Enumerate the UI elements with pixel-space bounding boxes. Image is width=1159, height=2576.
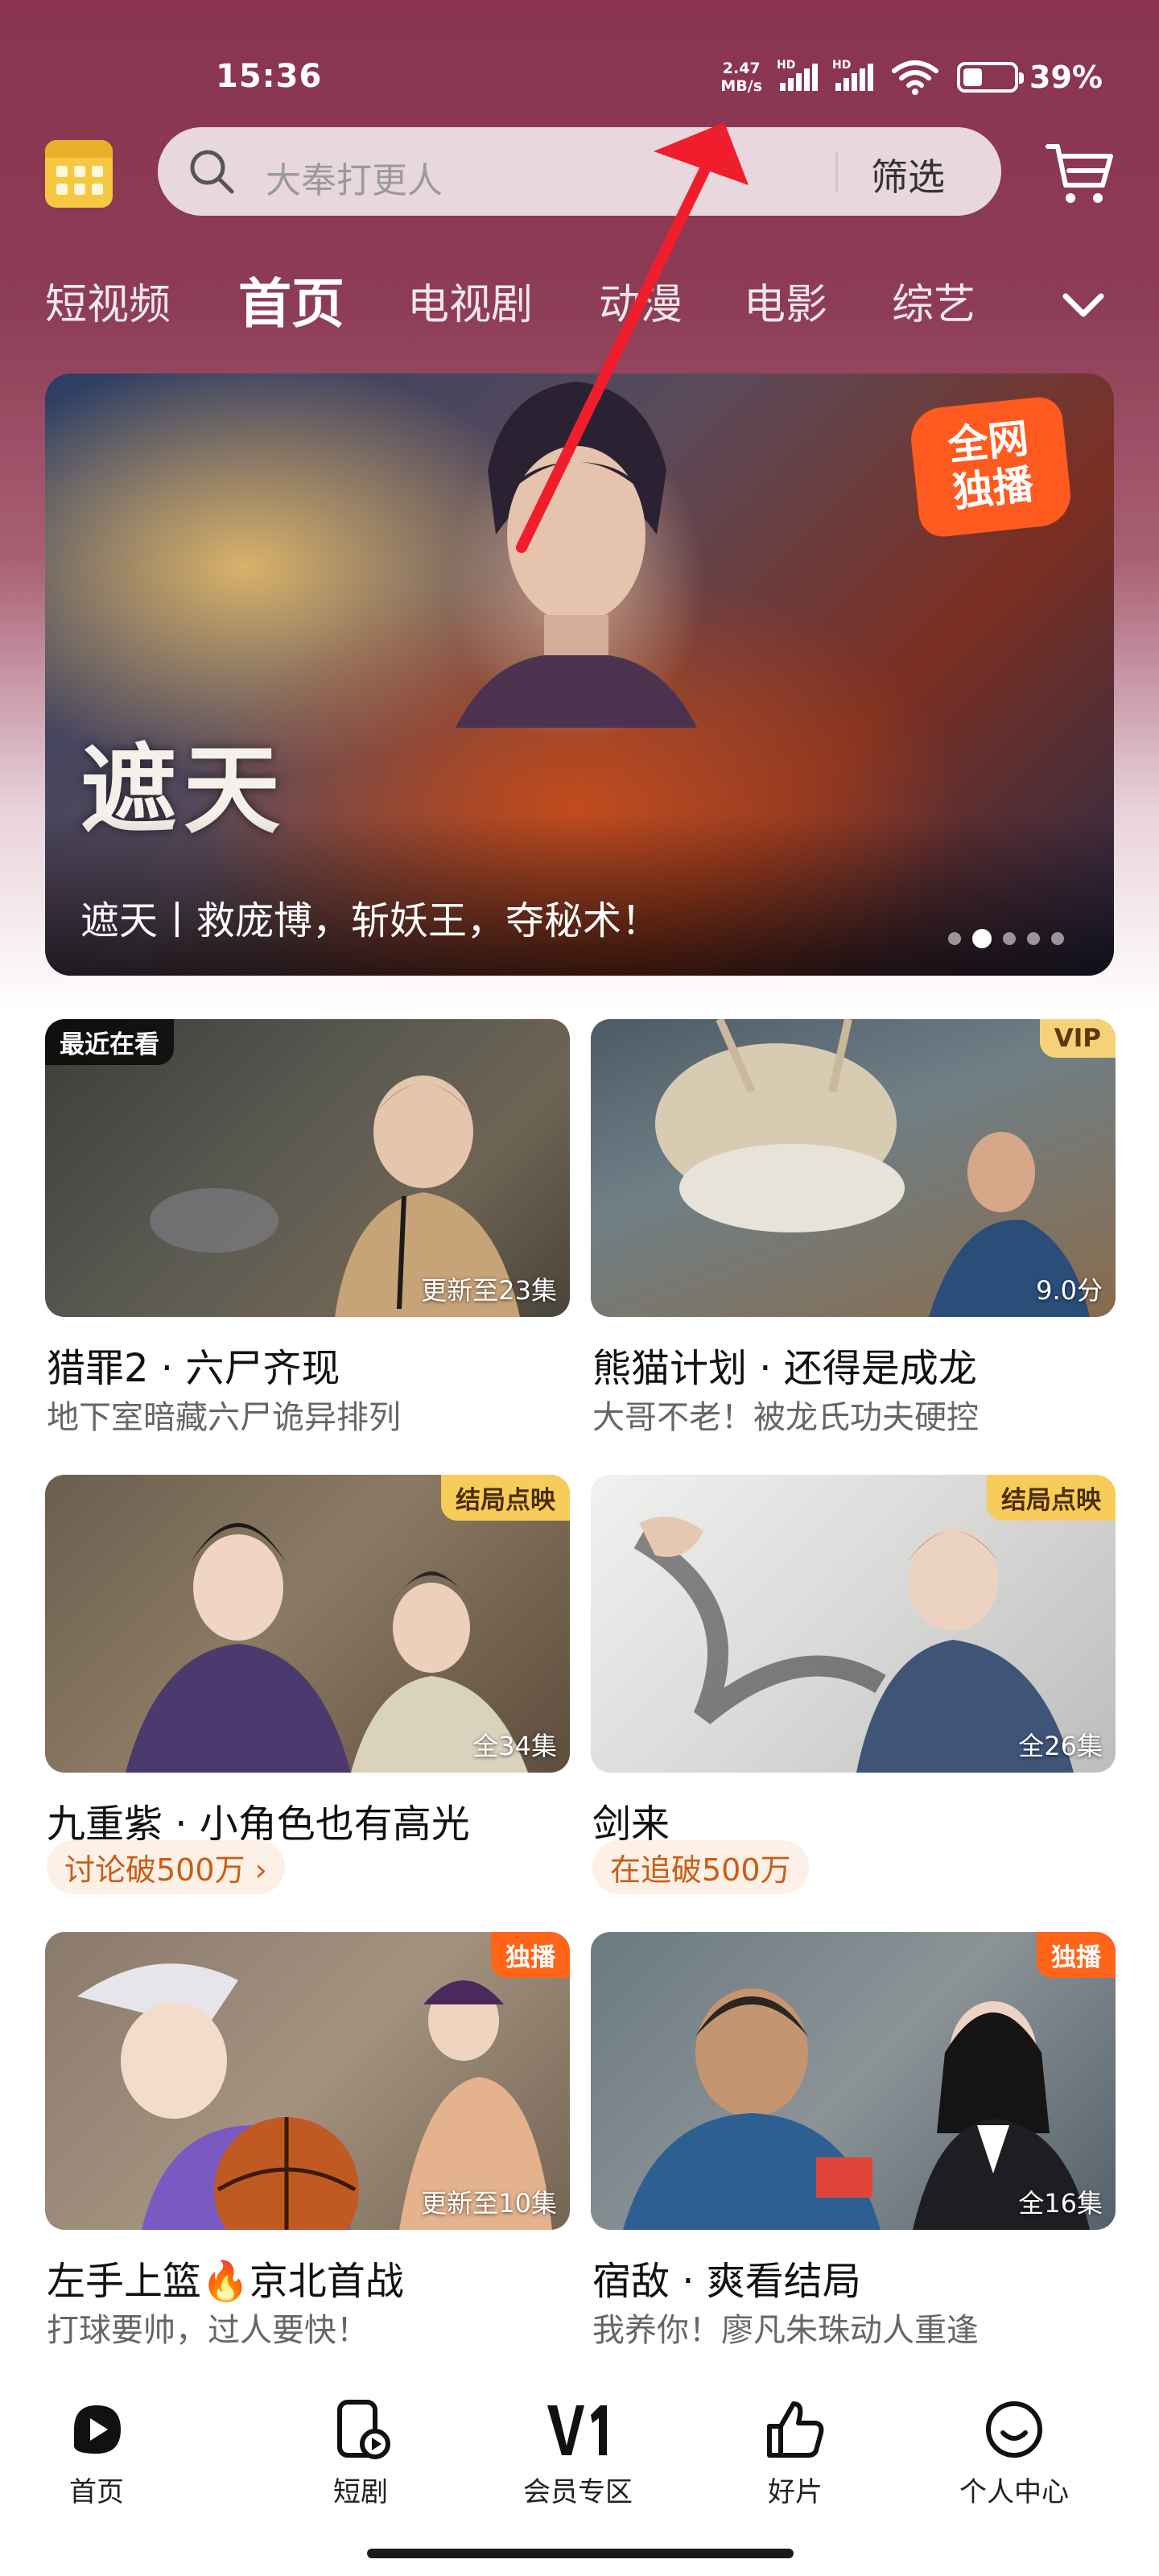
video-card[interactable]: 结局点映 全34集 九重紫 · 小角色也有高光 讨论破500万 › bbox=[45, 1475, 570, 1909]
episode-count: 更新至23集 bbox=[421, 1275, 557, 1306]
video-title[interactable]: 宿敌 · 爽看结局 bbox=[592, 2249, 861, 2306]
pagination-dot bbox=[972, 929, 992, 948]
pagination-dot bbox=[1003, 932, 1016, 945]
video-card[interactable]: 最近在看 更新至23集 猎罪2 · 六尸齐现 地下室暗藏六尸诡异排列 bbox=[45, 1019, 570, 1454]
battery-indicator: 39% bbox=[957, 60, 1103, 95]
chevron-down-icon[interactable] bbox=[1051, 274, 1116, 338]
status-icons: 2.47 MB/s HD HD 39% bbox=[720, 59, 1103, 95]
nav-label: 短剧 bbox=[333, 2476, 388, 2508]
nav-label: 会员专区 bbox=[523, 2476, 633, 2508]
pagination-dot bbox=[1027, 932, 1040, 945]
network-speed-value: 2.47 bbox=[722, 60, 761, 77]
video-thumbnail[interactable]: 结局点映 全26集 bbox=[591, 1475, 1116, 1773]
banner-caption: 遮天丨救庞博，斩妖王，夺秘术！ bbox=[80, 898, 661, 943]
video-thumbnail[interactable]: 独播 全16集 bbox=[591, 1932, 1116, 2230]
video-title[interactable]: 猎罪2 · 六尸齐现 bbox=[47, 1336, 340, 1393]
nav-label: 首页 bbox=[69, 2476, 124, 2508]
banner-character-image bbox=[456, 382, 697, 728]
nav-home[interactable]: 首页 bbox=[0, 2376, 193, 2521]
video-subtitle: 我养你！廖凡朱珠动人重逢 bbox=[592, 2312, 979, 2349]
network-speed: 2.47 MB/s bbox=[720, 60, 762, 95]
filter-button[interactable]: 筛选 bbox=[871, 148, 945, 201]
pagination-dot bbox=[1051, 932, 1064, 945]
video-thumbnail[interactable]: 最近在看 更新至23集 bbox=[45, 1019, 570, 1317]
nav-label: 个人中心 bbox=[959, 2476, 1069, 2508]
video-card[interactable]: 独播 全16集 宿敌 · 爽看结局 我养你！廖凡朱珠动人重逢 bbox=[591, 1932, 1116, 2367]
bottom-navigation: 首页 短剧 会员专区 好片 个人中心 bbox=[0, 2376, 1159, 2576]
episode-count: 全26集 bbox=[1018, 1731, 1103, 1761]
following-pill[interactable]: 在追破500万 bbox=[592, 1840, 809, 1894]
episode-count: 更新至10集 bbox=[421, 2188, 557, 2219]
signal-icon: HD bbox=[777, 59, 819, 91]
nav-label: 好片 bbox=[768, 2476, 823, 2508]
status-bar: 15:36 2.47 MB/s HD HD 39% bbox=[0, 0, 1159, 113]
discussion-pill[interactable]: 讨论破500万 › bbox=[47, 1840, 285, 1894]
hero-banner[interactable]: 全网 独播 遮天 遮天丨救庞博，斩妖王，夺秘术！ bbox=[45, 374, 1114, 976]
video-thumbnail[interactable]: 结局点映 全34集 bbox=[45, 1475, 570, 1773]
battery-icon bbox=[957, 62, 1025, 93]
episode-count: 全16集 bbox=[1018, 2188, 1103, 2219]
nav-vip-zone[interactable]: 会员专区 bbox=[481, 2376, 674, 2521]
tab-tv-series[interactable]: 电视剧 bbox=[407, 270, 533, 331]
status-badge: 最近在看 bbox=[45, 1019, 174, 1065]
video-subtitle: 地下室暗藏六尸诡异排列 bbox=[47, 1399, 401, 1436]
vip-v1-icon bbox=[547, 2405, 607, 2455]
video-title[interactable]: 左手上篮🔥京北首战 bbox=[47, 2249, 404, 2306]
tab-anime[interactable]: 动漫 bbox=[599, 270, 683, 331]
battery-percent: 39% bbox=[1029, 60, 1103, 95]
sim2-hd-label: HD bbox=[832, 59, 852, 72]
thumbs-up-icon bbox=[767, 2401, 824, 2458]
nav-good-picks[interactable]: 好片 bbox=[699, 2376, 892, 2521]
finale-badge: 结局点映 bbox=[441, 1475, 570, 1521]
video-card[interactable]: VIP 9.0分 熊猫计划 · 还得是成龙 大哥不老！被龙氏功夫硬控 bbox=[591, 1019, 1116, 1454]
tab-short-video[interactable]: 短视频 bbox=[45, 270, 171, 331]
wifi-icon bbox=[891, 60, 939, 95]
exclusive-badge: 全网 独播 bbox=[908, 394, 1074, 539]
sim1-hd-label: HD bbox=[777, 59, 796, 72]
search-bar[interactable]: 大奉打更人 筛选 bbox=[158, 127, 1001, 216]
status-time: 15:36 bbox=[216, 58, 323, 95]
search-icon bbox=[190, 150, 234, 194]
video-card[interactable]: 独播 更新至10集 左手上篮🔥京北首战 打球要帅，过人要快！ bbox=[45, 1932, 570, 2367]
search-divider bbox=[835, 151, 838, 192]
tab-variety[interactable]: 综艺 bbox=[892, 270, 975, 331]
video-title[interactable]: 熊猫计划 · 还得是成龙 bbox=[592, 1336, 977, 1393]
finale-badge: 结局点映 bbox=[987, 1475, 1116, 1521]
network-speed-unit: MB/s bbox=[720, 77, 763, 95]
calendar-icon[interactable] bbox=[45, 140, 113, 208]
profile-icon bbox=[986, 2401, 1042, 2458]
banner-pagination bbox=[948, 929, 1064, 948]
home-indicator[interactable] bbox=[367, 2549, 794, 2558]
tab-home[interactable]: 首页 bbox=[238, 261, 344, 338]
shopping-cart-icon[interactable] bbox=[1043, 138, 1116, 206]
tab-movies[interactable]: 电影 bbox=[744, 270, 827, 331]
video-card[interactable]: 结局点映 全26集 剑来 在追破500万 bbox=[591, 1475, 1116, 1909]
episode-count: 全34集 bbox=[472, 1731, 557, 1761]
vip-badge: VIP bbox=[1039, 1019, 1116, 1058]
video-subtitle: 大哥不老！被龙氏功夫硬控 bbox=[592, 1399, 979, 1436]
nav-profile[interactable]: 个人中心 bbox=[918, 2376, 1111, 2521]
category-tabs: 短视频 首页 电视剧 动漫 电影 综艺 bbox=[45, 258, 1116, 338]
signal-icon: HD bbox=[832, 59, 874, 91]
nav-short-drama[interactable]: 短剧 bbox=[264, 2376, 457, 2521]
home-play-icon bbox=[74, 2405, 121, 2454]
short-drama-icon bbox=[337, 2400, 390, 2459]
video-subtitle: 打球要帅，过人要快！ bbox=[47, 2312, 369, 2349]
video-thumbnail[interactable]: 独播 更新至10集 bbox=[45, 1932, 570, 2230]
pagination-dot bbox=[948, 932, 961, 945]
video-thumbnail[interactable]: VIP 9.0分 bbox=[591, 1019, 1116, 1317]
rating-label: 9.0分 bbox=[1036, 1275, 1103, 1306]
search-input[interactable]: 大奉打更人 bbox=[266, 151, 443, 203]
exclusive-badge: 独播 bbox=[491, 1932, 570, 1978]
exclusive-badge: 独播 bbox=[1037, 1932, 1116, 1978]
